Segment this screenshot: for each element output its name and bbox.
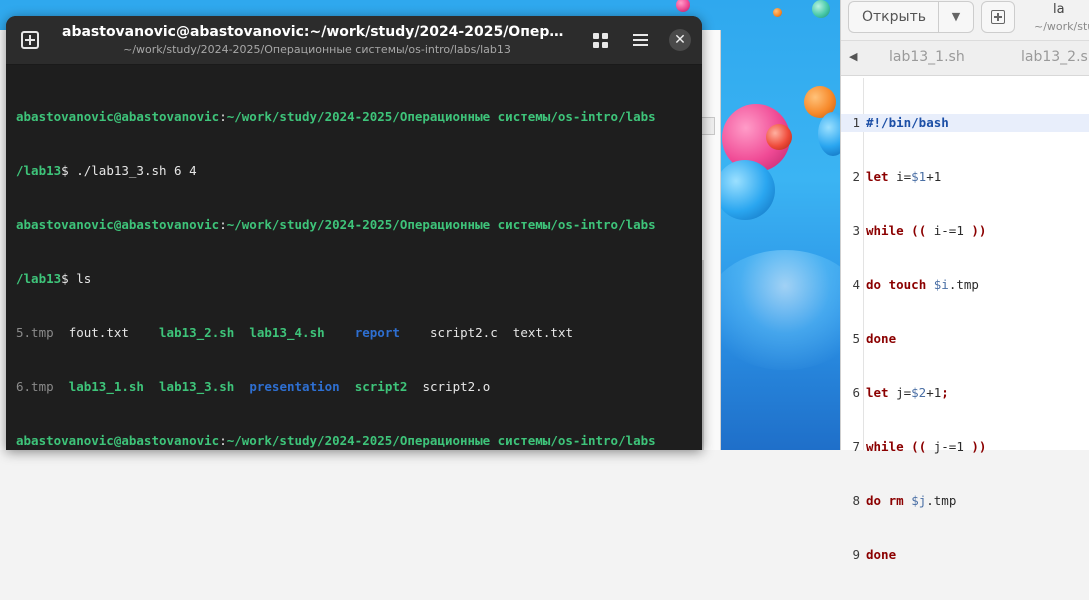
terminal-line: abastovanovic@abastovanovic:~/work/study… (16, 433, 656, 448)
line-number: 1 (852, 115, 860, 130)
editor-tab-bar: ◀ lab13_1.sh lab13_2.sh (841, 41, 1089, 76)
ls-entry: 5.tmp (16, 325, 54, 340)
prompt-path: ~/work/study/2024-2025/Операционные сист… (226, 217, 656, 232)
ls-entry: lab13_2.sh (159, 325, 235, 340)
code-text: let j=$2+1; (866, 385, 949, 400)
new-document-icon (991, 10, 1005, 24)
wallpaper-ball (676, 0, 690, 12)
ls-entry: lab13_3.sh (159, 379, 235, 394)
grid-icon (592, 32, 608, 48)
ls-output-row: 5.tmp fout.txt lab13_2.sh lab13_4.sh rep… (16, 324, 698, 342)
code-text: let i=$1+1 (866, 169, 942, 184)
editor-title: la (1053, 2, 1065, 17)
ls-entry: lab13_4.sh (249, 325, 325, 340)
line-number: 3 (852, 223, 860, 238)
code-text: #!/bin/bash (866, 115, 949, 130)
ls-output-row: 6.tmp lab13_1.sh lab13_3.sh presentation… (16, 378, 698, 396)
ls-entry: report (354, 325, 400, 340)
prompt-path: ~/work/study/2024-2025/Операционные сист… (226, 433, 656, 448)
wallpaper-ball (766, 124, 792, 150)
ls-entry: fout.txt (68, 325, 129, 340)
prompt-user: abastovanovic@abastovanovic (16, 433, 220, 448)
terminal-menu-button[interactable] (624, 24, 656, 56)
code-text: while (( i-=1 )) (866, 223, 987, 238)
wallpaper-ball (812, 0, 830, 18)
code-line: 2 let i=$1+1 (841, 168, 1089, 186)
ls-entry: script2.c (430, 325, 498, 340)
line-number: 4 (852, 277, 860, 292)
open-button[interactable]: Открыть (848, 1, 939, 33)
line-number: 7 (852, 439, 860, 454)
code-line: 9 done (841, 546, 1089, 564)
prompt-path: ~/work/study/2024-2025/Операционные сист… (226, 109, 656, 124)
terminal-window: abastovanovic@abastovanovic:~/work/study… (6, 16, 702, 450)
new-document-button[interactable] (981, 1, 1015, 33)
code-line: 1 #!/bin/bash (841, 114, 1089, 132)
terminal-title: abastovanovic@abastovanovic:~/work/study… (62, 24, 572, 40)
code-line: 5 done (841, 330, 1089, 348)
prompt-user: abastovanovic@abastovanovic (16, 109, 220, 124)
wallpaper-ball (773, 8, 782, 17)
code-text: while (( j-=1 )) (866, 439, 987, 454)
new-tab-icon (21, 31, 39, 49)
open-dropdown-button[interactable]: ▼ (938, 1, 974, 33)
terminal-line: /lab13$ ./lab13_3.sh 6 4 (16, 163, 197, 178)
chevron-left-icon[interactable]: ◀ (849, 50, 857, 63)
prompt-user: abastovanovic@abastovanovic (16, 217, 220, 232)
terminal-line: /lab13$ ls (16, 271, 92, 286)
terminal-line: abastovanovic@abastovanovic:~/work/study… (16, 109, 656, 124)
editor-subtitle: ~/work/stu (1034, 20, 1089, 33)
code-line: 6 let j=$2+1; (841, 384, 1089, 402)
line-number: 5 (852, 331, 860, 346)
prompt-path: /lab13 (16, 163, 62, 178)
ls-entry: presentation (249, 379, 340, 394)
ls-entry: script2.o (422, 379, 491, 394)
close-icon: ✕ (669, 29, 691, 51)
code-editor[interactable]: 1 #!/bin/bash 2 let i=$1+1 3 while (( i-=1 … (841, 78, 1089, 600)
ls-entry: script2 (354, 379, 408, 394)
code-line: 7 while (( j-=1 )) (841, 438, 1089, 456)
tab-lab13-2[interactable]: lab13_2.sh (1021, 49, 1089, 65)
command-text: ./lab13_3.sh 6 4 (76, 163, 197, 178)
new-tab-button[interactable] (14, 24, 46, 56)
line-number: 8 (852, 493, 860, 508)
terminal-line: abastovanovic@abastovanovic:~/work/study… (16, 217, 656, 232)
tab-overview-button[interactable] (584, 24, 616, 56)
code-line: 4 do touch $i.tmp (841, 276, 1089, 294)
code-text: done (866, 331, 897, 346)
ls-entry: 6.tmp (16, 379, 54, 394)
terminal-output[interactable]: abastovanovic@abastovanovic:~/work/study… (16, 72, 698, 450)
code-text: do rm $j.tmp (866, 493, 957, 508)
code-line: 3 while (( i-=1 )) (841, 222, 1089, 240)
code-text: done (866, 547, 897, 562)
code-text: do touch $i.tmp (866, 277, 979, 292)
terminal-header: abastovanovic@abastovanovic:~/work/study… (6, 16, 702, 65)
code-line: 8 do rm $j.tmp (841, 492, 1089, 510)
wallpaper-ball (715, 160, 775, 220)
editor-toolbar: Открыть ▼ la ~/work/stu (841, 0, 1089, 41)
background-window-scrollbar (702, 260, 704, 450)
tab-lab13-1[interactable]: lab13_1.sh (889, 49, 965, 65)
line-number: 2 (852, 169, 860, 184)
line-number: 6 (852, 385, 860, 400)
ls-entry: lab13_1.sh (68, 379, 144, 394)
terminal-subtitle: ~/work/study/2024-2025/Операционные сист… (123, 43, 511, 56)
command-text: ls (76, 271, 92, 286)
prompt-path: /lab13 (16, 271, 62, 286)
hamburger-menu-icon (632, 31, 648, 49)
text-editor-window: Открыть ▼ la ~/work/stu ◀ lab13_1.sh lab… (840, 0, 1089, 562)
terminal-close-button[interactable]: ✕ (664, 24, 696, 56)
ls-entry: text.txt (512, 325, 574, 340)
chevron-down-icon: ▼ (951, 10, 961, 23)
line-number: 9 (852, 547, 860, 562)
